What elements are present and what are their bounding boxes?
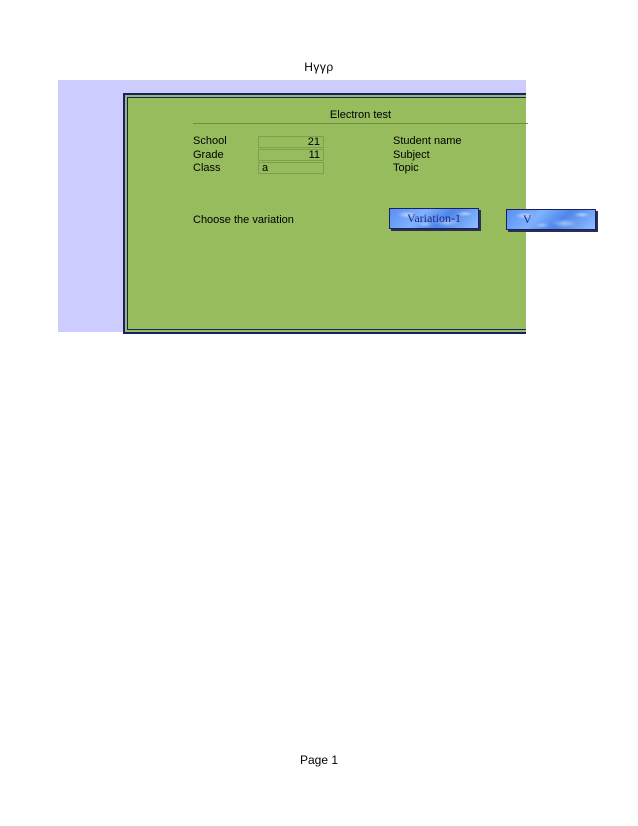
subject-label: Subject <box>393 149 430 161</box>
school-label: School <box>193 135 227 147</box>
grade-label: Grade <box>193 149 224 161</box>
student-name-label: Student name <box>393 135 462 147</box>
class-label: Class <box>193 162 221 174</box>
school-value-cell[interactable]: 21 <box>258 136 324 148</box>
choose-variation-label: Choose the variation <box>193 214 294 226</box>
variation-2-button[interactable]: V <box>506 209 596 230</box>
topic-label: Topic <box>393 162 419 174</box>
grade-value-cell[interactable]: 11 <box>258 149 324 161</box>
page-footer: Page 1 <box>299 753 339 767</box>
page-header: Hγγρ <box>304 60 334 74</box>
variation-1-button[interactable]: Variation-1 <box>389 208 479 229</box>
class-value-cell[interactable]: a <box>258 162 324 174</box>
panel-title: Electron test <box>193 109 528 124</box>
